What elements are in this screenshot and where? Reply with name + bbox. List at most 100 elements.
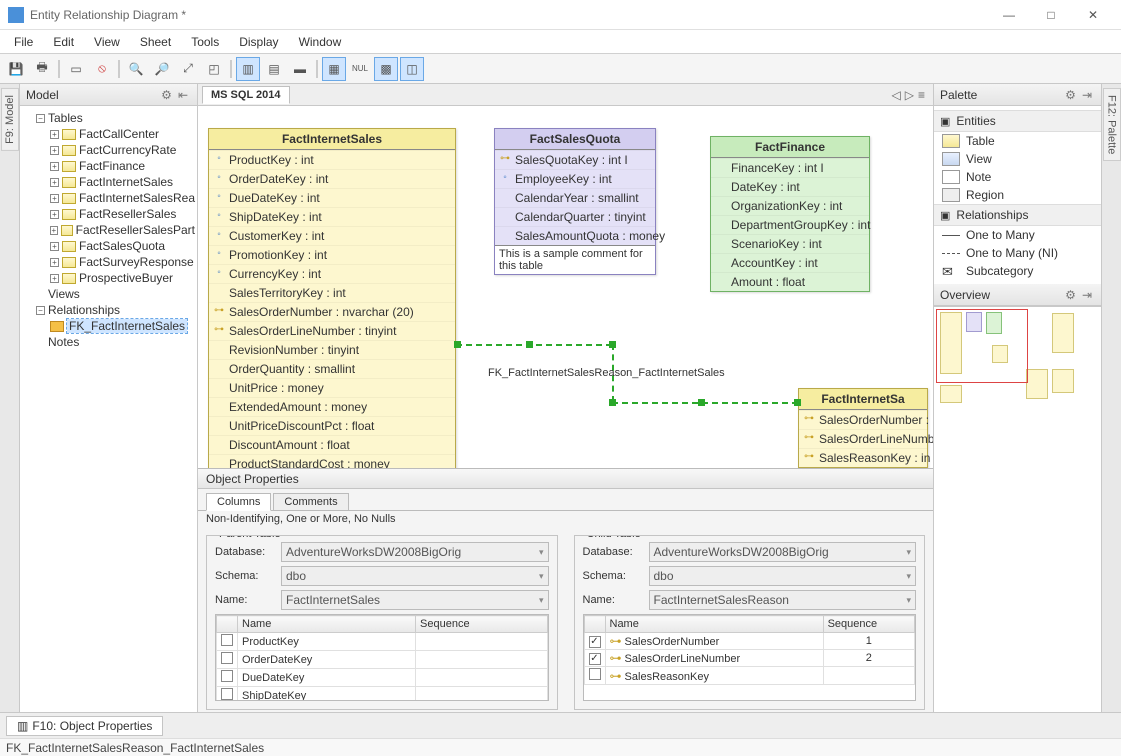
parent-name-select[interactable]: FactInternetSales▾	[281, 590, 549, 610]
table-row[interactable]: ShipDateKey	[217, 687, 548, 702]
entity-column[interactable]: UnitPrice : money	[209, 378, 455, 397]
tree-relationships[interactable]: −Relationships	[36, 302, 195, 318]
zoom-in-icon[interactable]: 🔍	[124, 57, 148, 81]
palette-relationships-header[interactable]: ▣ Relationships	[934, 204, 1101, 226]
entity-column[interactable]: ◦DueDateKey : int	[209, 188, 455, 207]
parent-schema-select[interactable]: dbo▾	[281, 566, 549, 586]
pin-icon[interactable]: ⇥	[1079, 288, 1095, 302]
tree-table-item[interactable]: +FactInternetSales	[50, 174, 195, 190]
relationship-handle[interactable]	[609, 341, 616, 348]
layout-a-icon[interactable]: ▥	[236, 57, 260, 81]
opt-c-icon[interactable]: ◫	[400, 57, 424, 81]
menu-tools[interactable]: Tools	[183, 33, 227, 51]
right-rail-tab-palette[interactable]: F12: Palette	[1103, 88, 1121, 161]
entity-column[interactable]: ◦OrderDateKey : int	[209, 169, 455, 188]
entity-column[interactable]: CalendarQuarter : tinyint	[495, 207, 655, 226]
entity-column[interactable]: DepartmentGroupKey : int	[711, 215, 869, 234]
entity-column[interactable]: AccountKey : int	[711, 253, 869, 272]
tab-columns[interactable]: Columns	[206, 493, 271, 511]
parent-columns-table[interactable]: NameSequence ProductKeyOrderDateKeyDueDa…	[215, 614, 549, 701]
entity-column[interactable]: ◦EmployeeKey : int	[495, 169, 655, 188]
tree-table-item[interactable]: +FactInternetSalesRea	[50, 190, 195, 206]
table-row[interactable]: ⊶ SalesOrderNumber1	[584, 633, 915, 650]
relationship-line[interactable]	[456, 344, 612, 346]
checkbox[interactable]	[589, 653, 601, 665]
tree-rel-item[interactable]: FK_FactInternetSales	[50, 318, 195, 334]
save-icon[interactable]: 💾	[4, 57, 28, 81]
entity-column[interactable]: ⊶SalesOrderNumber :	[799, 410, 927, 429]
null-icon[interactable]: NUL	[348, 57, 372, 81]
model-tree[interactable]: −Tables +FactCallCenter+FactCurrencyRate…	[20, 106, 197, 712]
entity-column[interactable]: SalesTerritoryKey : int	[209, 283, 455, 302]
parent-database-select[interactable]: AdventureWorksDW2008BigOrig▾	[281, 542, 549, 562]
window-icon[interactable]: ▭	[64, 57, 88, 81]
entity-column[interactable]: DiscountAmount : float	[209, 435, 455, 454]
relationship-handle[interactable]	[698, 399, 705, 406]
entity-factfinance[interactable]: FactFinance FinanceKey : int IDateKey : …	[710, 136, 870, 292]
entity-column[interactable]: Amount : float	[711, 272, 869, 291]
entity-column[interactable]: RevisionNumber : tinyint	[209, 340, 455, 359]
entity-column[interactable]: UnitPriceDiscountPct : float	[209, 416, 455, 435]
entity-column[interactable]: OrderQuantity : smallint	[209, 359, 455, 378]
zoom-region-icon[interactable]: ◰	[202, 57, 226, 81]
layout-c-icon[interactable]: ▬	[288, 57, 312, 81]
pin-icon[interactable]: ⇥	[1079, 88, 1095, 102]
table-row[interactable]: OrderDateKey	[217, 651, 548, 669]
tree-table-item[interactable]: +ProspectiveBuyer	[50, 270, 195, 286]
child-name-select[interactable]: FactInternetSalesReason▾	[649, 590, 917, 610]
entity-column[interactable]: ScenarioKey : int	[711, 234, 869, 253]
checkbox[interactable]	[221, 688, 233, 700]
child-schema-select[interactable]: dbo▾	[649, 566, 917, 586]
overview-map[interactable]	[934, 306, 1101, 712]
menu-sheet[interactable]: Sheet	[132, 33, 179, 51]
entity-column[interactable]: FinanceKey : int I	[711, 158, 869, 177]
table-row[interactable]: ProductKey	[217, 633, 548, 651]
tree-views[interactable]: +Views	[36, 286, 195, 302]
tree-table-item[interactable]: +FactCurrencyRate	[50, 142, 195, 158]
entity-column[interactable]: ◦ProductKey : int	[209, 150, 455, 169]
tree-tables[interactable]: −Tables	[36, 110, 195, 126]
palette-item-one-to-many[interactable]: One to Many	[934, 226, 1101, 244]
deny-icon[interactable]: ⦸	[90, 57, 114, 81]
tab-list-icon[interactable]: ≡	[918, 88, 925, 102]
entity-column[interactable]: SalesAmountQuota : money	[495, 226, 655, 245]
relationship-handle[interactable]	[794, 399, 801, 406]
checkbox[interactable]	[221, 652, 233, 664]
menu-edit[interactable]: Edit	[45, 33, 82, 51]
palette-item-note[interactable]: Note	[934, 168, 1101, 186]
layout-b-icon[interactable]: ▤	[262, 57, 286, 81]
tree-table-item[interactable]: +FactResellerSales	[50, 206, 195, 222]
minimize-button[interactable]: —	[989, 1, 1029, 29]
palette-item-table[interactable]: Table	[934, 132, 1101, 150]
entity-factsalesquota[interactable]: FactSalesQuota ⊶SalesQuotaKey : int I◦Em…	[494, 128, 656, 275]
tab-prev-icon[interactable]: ◁	[892, 88, 901, 102]
tree-table-item[interactable]: +FactCallCenter	[50, 126, 195, 142]
footer-tab-object-properties[interactable]: ▥ F10: Object Properties	[6, 716, 163, 736]
entity-column[interactable]: CalendarYear : smallint	[495, 188, 655, 207]
entity-column[interactable]: OrganizationKey : int	[711, 196, 869, 215]
table-row[interactable]: DueDateKey	[217, 669, 548, 687]
tree-table-item[interactable]: +FactResellerSalesPart	[50, 222, 195, 238]
menu-file[interactable]: File	[6, 33, 41, 51]
zoom-fit-icon[interactable]: ⤢	[176, 57, 200, 81]
maximize-button[interactable]: □	[1031, 1, 1071, 29]
checkbox[interactable]	[589, 668, 601, 680]
entity-column[interactable]: ◦ShipDateKey : int	[209, 207, 455, 226]
checkbox[interactable]	[221, 634, 233, 646]
entity-column[interactable]: ExtendedAmount : money	[209, 397, 455, 416]
opt-b-icon[interactable]: ▩	[374, 57, 398, 81]
pin-icon[interactable]: ⇤	[175, 88, 191, 102]
relationship-line[interactable]	[612, 402, 798, 404]
palette-item-region[interactable]: Region	[934, 186, 1101, 204]
menu-view[interactable]: View	[86, 33, 128, 51]
entity-factinternetsalesreason[interactable]: FactInternetSa ⊶SalesOrderNumber :⊶Sales…	[798, 388, 928, 468]
gear-icon[interactable]: ⚙	[1062, 288, 1079, 302]
entity-column[interactable]: DateKey : int	[711, 177, 869, 196]
checkbox[interactable]	[589, 636, 601, 648]
print-icon[interactable]: 🖶	[30, 57, 54, 81]
entity-column[interactable]: ◦CustomerKey : int	[209, 226, 455, 245]
tab-comments[interactable]: Comments	[273, 493, 348, 511]
entity-column[interactable]: ◦PromotionKey : int	[209, 245, 455, 264]
entity-column[interactable]: ⊶SalesReasonKey : in	[799, 448, 927, 467]
menu-display[interactable]: Display	[231, 33, 286, 51]
